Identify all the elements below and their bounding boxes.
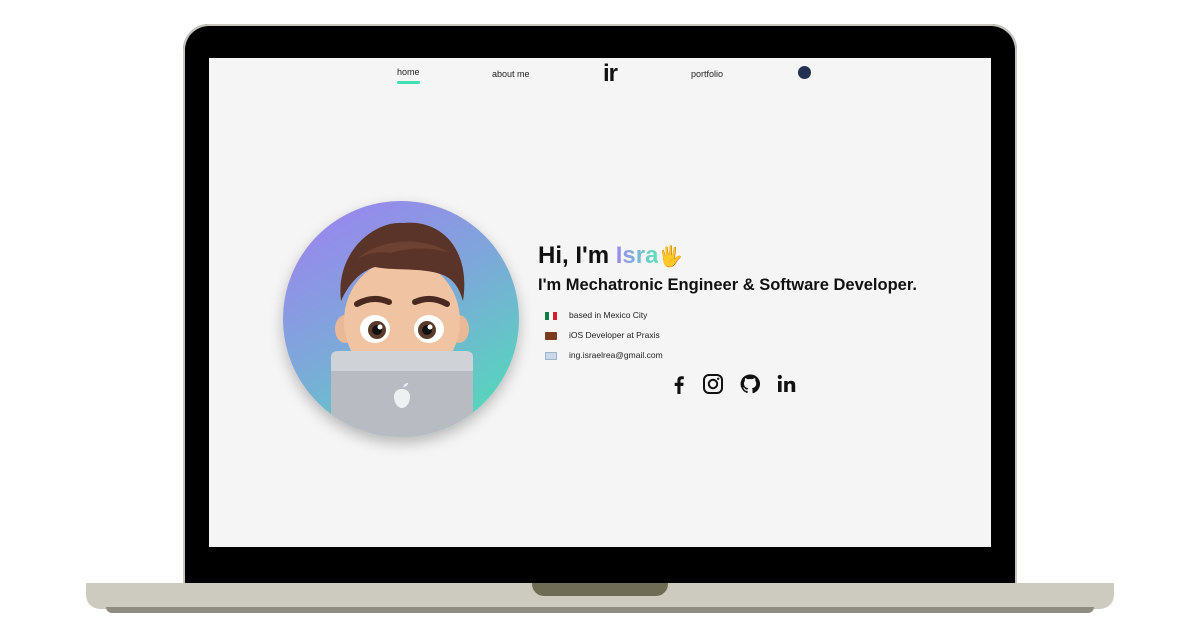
info-email-text[interactable]: ing.israelrea@gmail.com	[569, 350, 663, 360]
mexico-flag-icon	[545, 311, 557, 320]
website-screen: home about me ir portfolio Hi, I'm Isra🖐…	[209, 58, 991, 547]
github-icon[interactable]	[738, 372, 762, 396]
facebook-icon[interactable]	[667, 372, 691, 396]
info-location: based in Mexico City	[545, 310, 647, 320]
instagram-icon[interactable]	[701, 372, 725, 396]
laptop-base-shadow	[106, 607, 1094, 613]
wave-emoji-icon: 🖐	[658, 246, 684, 268]
memoji-illustration	[331, 222, 473, 437]
theme-toggle-icon[interactable]	[798, 66, 811, 79]
greeting-name: Isra	[615, 242, 659, 269]
info-email[interactable]: ing.israelrea@gmail.com	[545, 350, 663, 360]
info-job-text: iOS Developer at Praxis	[569, 330, 660, 340]
nav-active-indicator	[397, 81, 420, 84]
email-icon	[545, 351, 557, 360]
greeting-prefix: Hi, I'm	[538, 242, 616, 269]
avatar	[283, 201, 519, 437]
hero-greeting: Hi, I'm Isra🖐	[538, 242, 683, 270]
hero-subtitle: I'm Mechatronic Engineer & Software Deve…	[538, 276, 917, 294]
info-location-text: based in Mexico City	[569, 310, 648, 320]
linkedin-icon[interactable]	[775, 372, 799, 396]
nav-portfolio[interactable]: portfolio	[691, 69, 723, 79]
briefcase-icon	[545, 331, 557, 340]
laptop-notch	[532, 583, 668, 596]
nav-home[interactable]: home	[397, 67, 420, 77]
nav-about-me[interactable]: about me	[492, 69, 530, 79]
site-logo[interactable]: ir	[603, 60, 618, 88]
info-job: iOS Developer at Praxis	[545, 330, 660, 340]
